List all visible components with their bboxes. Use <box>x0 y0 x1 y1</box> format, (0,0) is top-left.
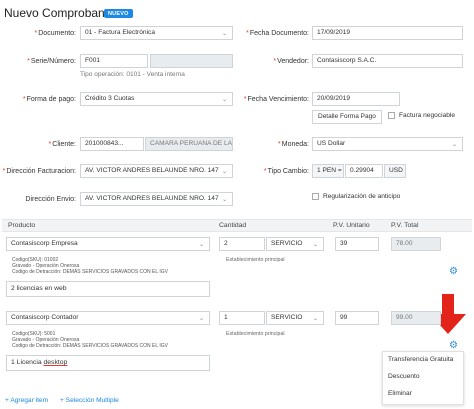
direccion-facturacion-label: *Dirección Facturacion: <box>2 168 76 175</box>
precio-total-field: 78.00 <box>391 237 441 251</box>
cliente-name-field: CAMARA PERUANA DE LA <box>145 137 233 151</box>
descripcion-textarea[interactable]: 2 licencias en web <box>6 281 210 297</box>
establecimiento-text: Establecimiento principal <box>226 257 285 263</box>
fecha-vencimiento-label: *Fecha Vencimiento: <box>243 96 309 103</box>
col-producto: Producto <box>8 222 36 229</box>
menu-item-transferencia[interactable]: Transferencia Gratuita <box>388 356 453 363</box>
descripcion-textarea[interactable]: 1 Licencia desktop <box>6 355 210 371</box>
status-badge: NUEVO <box>104 9 133 18</box>
agregar-item-link[interactable]: + Agregar item <box>5 397 48 404</box>
col-unitario: P.V. Unitario <box>333 222 370 229</box>
forma-pago-select[interactable]: Crédito 3 Cuotas ⌄ <box>80 92 233 106</box>
seleccion-multiple-link[interactable]: + Selección Multiple <box>60 397 119 404</box>
serie-select[interactable]: F001 <box>80 54 148 68</box>
vendedor-select[interactable]: Contasiscorp S.A.C. <box>312 54 463 68</box>
documento-select[interactable]: 01 - Factura Electrónica ⌄ <box>80 26 233 40</box>
numero-input <box>150 54 233 68</box>
serie-label: *Serie/Número: <box>27 58 76 65</box>
factura-negociable-checkbox[interactable]: Factura negociable <box>388 112 455 119</box>
tipo-cambio-prefix: 1 PEN = <box>312 164 344 178</box>
cantidad-input[interactable]: 1 <box>219 311 265 325</box>
chevron-down-icon: ⌄ <box>221 169 227 175</box>
chevron-down-icon: ⌄ <box>198 242 204 248</box>
precio-unitario-input[interactable]: 39 <box>335 237 379 251</box>
chevron-down-icon: ⌄ <box>312 242 318 248</box>
detalle-forma-pago-button[interactable]: Detalle Forma Pago <box>312 110 382 124</box>
unidad-select[interactable]: SERVICIO ⌄ <box>266 237 324 251</box>
tipo-cambio-label: *Tipo Cambio: <box>263 168 309 175</box>
chevron-down-icon: ⌄ <box>451 142 457 148</box>
chevron-down-icon: ⌄ <box>221 197 227 203</box>
col-cantidad: Cantidad <box>219 222 247 229</box>
fecha-vencimiento-input[interactable]: 20/09/2019 <box>312 92 400 106</box>
tipo-cambio-currency: USD <box>384 164 406 178</box>
forma-pago-label: *Forma de pago: <box>22 96 76 103</box>
precio-unitario-input[interactable]: 99 <box>335 311 379 325</box>
page-title: Nuevo Comprobante <box>4 6 115 20</box>
chevron-down-icon: ⌄ <box>198 316 204 322</box>
moneda-select[interactable]: US Dollar ⌄ <box>312 137 463 151</box>
checkbox-icon <box>312 193 319 200</box>
fecha-documento-input[interactable]: 17/09/2019 <box>312 26 463 40</box>
direccion-facturacion-select[interactable]: AV. VICTOR ANDRES BELAUNDE NRO. 147 ⌄ <box>80 164 233 178</box>
documento-label: *Documento: <box>34 30 76 37</box>
cliente-code-input[interactable]: 201000843... <box>80 137 144 151</box>
chevron-down-icon: ⌄ <box>312 316 318 322</box>
regularizacion-checkbox[interactable]: Regularización de anticipo <box>312 193 400 200</box>
tipo-operacion-text: Tipo operación: 0101 - Venta interna <box>80 71 185 78</box>
menu-item-eliminar[interactable]: Eliminar <box>388 390 412 397</box>
chevron-down-icon: ⌄ <box>221 97 227 103</box>
menu-item-descuento[interactable]: Descuento <box>388 373 420 380</box>
detraccion-text: Codigo de Detracción: DEMÁS SERVICIOS GR… <box>12 343 168 349</box>
detraccion-text: Codigo de Detracción: DEMÁS SERVICIOS GR… <box>12 269 168 275</box>
vendedor-label: *Vendedor: <box>273 58 309 65</box>
chevron-down-icon: ⌄ <box>221 31 227 37</box>
fecha-documento-label: *Fecha Documento: <box>246 30 309 37</box>
moneda-label: *Moneda: <box>278 141 309 148</box>
gear-icon[interactable]: ⚙ <box>449 267 458 277</box>
direccion-envio-label: Dirección Envio: <box>25 196 76 203</box>
tipo-cambio-input[interactable]: 0.29904 <box>345 164 383 178</box>
establecimiento-text: Establecimiento principal <box>226 331 285 337</box>
cantidad-input[interactable]: 2 <box>219 237 265 251</box>
gear-icon[interactable]: ⚙ <box>449 341 458 351</box>
direccion-envio-select[interactable]: AV. VICTOR ANDRES BELAUNDE NRO. 147 ⌄ <box>80 192 233 206</box>
precio-total-field: 99.00 <box>391 311 441 325</box>
col-total: P.V. Total <box>391 222 419 229</box>
producto-select[interactable]: Contasiscorp Empresa ⌄ <box>6 237 210 251</box>
checkbox-icon <box>388 112 395 119</box>
producto-select[interactable]: Contasiscorp Contador ⌄ <box>6 311 210 325</box>
cliente-label: *Cliente: <box>48 141 76 148</box>
unidad-select[interactable]: SERVICIO ⌄ <box>266 311 324 325</box>
